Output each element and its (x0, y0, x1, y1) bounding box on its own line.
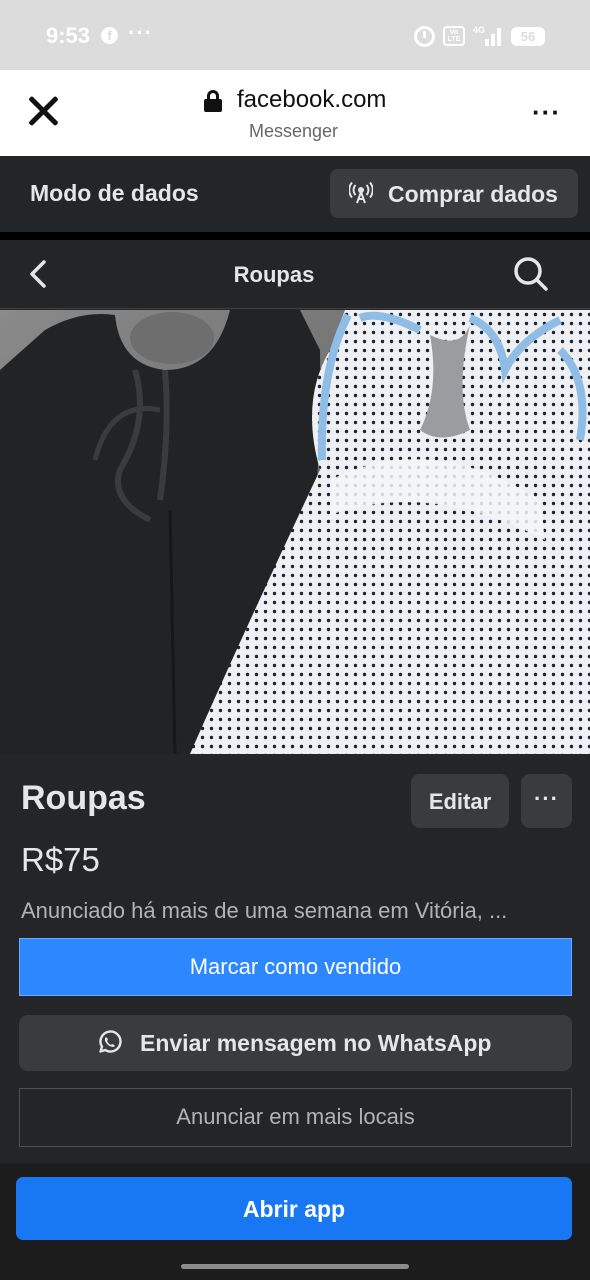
edit-button-label: Editar (428, 789, 492, 814)
lock-icon (204, 90, 222, 112)
signal-icon: 4G (473, 25, 503, 47)
browser-more-icon[interactable]: ··· (532, 97, 561, 128)
page-url[interactable]: facebook.com (237, 86, 386, 114)
listing-meta[interactable]: Anunciado há mais de uma semana em Vitór… (21, 898, 571, 924)
network-type-label: 4G (473, 25, 486, 35)
open-app-label: Abrir app (242, 1196, 346, 1222)
facebook-notification-icon: f (101, 27, 118, 44)
close-icon[interactable] (26, 94, 60, 128)
page-subtitle: Messenger (249, 121, 339, 141)
list-in-more-places-label: Anunciar em mais locais (176, 1104, 415, 1129)
whatsapp-label: Enviar mensagem no WhatsApp (140, 1030, 492, 1056)
listing-title: Roupas (21, 779, 146, 817)
volte-icon: Vo LTE (443, 26, 465, 46)
alarm-icon (414, 25, 435, 47)
search-icon[interactable] (513, 256, 549, 292)
product-photo (0, 310, 590, 754)
status-more-icon: ··· (128, 20, 153, 45)
buy-data-label: Comprar dados (388, 181, 558, 207)
product-image[interactable] (0, 310, 590, 754)
mark-as-sold-label: Marcar como vendido (189, 954, 402, 979)
battery-icon: 56 (511, 26, 545, 46)
antenna-icon (349, 182, 373, 204)
whatsapp-icon (99, 1030, 122, 1053)
divider (0, 232, 590, 240)
status-time: 9:53 (46, 23, 91, 48)
status-icons: Vo LTE 4G 56 (414, 24, 545, 48)
more-icon: ··· (534, 786, 559, 811)
page-title: Roupas (233, 262, 315, 287)
gesture-handle[interactable] (181, 1264, 409, 1269)
data-mode-label: Modo de dados (30, 180, 199, 206)
listing-price: R$75 (21, 841, 100, 878)
